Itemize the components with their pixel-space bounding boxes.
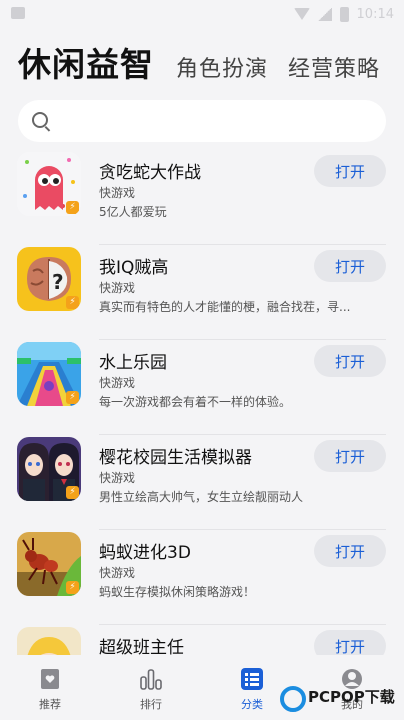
open-button[interactable]: 打开 (314, 630, 386, 655)
watermark-logo-icon (280, 686, 306, 712)
list-item[interactable]: ⚡ 樱花校园生活模拟器 快游戏 男性立绘高大帅气，女生立绘靓丽动人 打开 (0, 435, 404, 530)
waterpark-game-icon[interactable]: ⚡ (17, 342, 81, 406)
app-name: 超级班主任 (99, 638, 184, 655)
nav-item-ranking[interactable]: 排行 (121, 668, 181, 716)
app-description: 男性立绘高大帅气，女生立绘靓丽动人 (99, 490, 304, 504)
search-input[interactable] (60, 108, 374, 136)
list-item[interactable]: ? ⚡ 我IQ贼高 快游戏 真实而有特色的人才能懂的梗，融合找茬，寻... 打开 (0, 245, 404, 340)
brain-game-icon[interactable]: ? ⚡ (17, 247, 81, 311)
signal-icon (317, 7, 332, 21)
notification-icon (11, 7, 25, 19)
tab-strategy[interactable]: 经营策略 (288, 51, 380, 83)
quick-game-badge-icon: ⚡ (66, 296, 79, 309)
nav-item-recommend[interactable]: 推荐 (20, 668, 80, 716)
sakura-school-icon[interactable]: ⚡ (17, 437, 81, 501)
svg-text:?: ? (52, 270, 64, 294)
app-type: 快游戏 (99, 566, 136, 580)
app-description: 真实而有特色的人才能懂的梗，融合找茬，寻... (99, 300, 351, 314)
category-icon (241, 668, 263, 690)
recommend-icon (41, 669, 59, 689)
nav-label: 推荐 (39, 698, 61, 711)
status-time: 10:14 (356, 6, 394, 22)
app-name: 水上乐园 (99, 353, 167, 373)
app-name: 蚂蚁进化3D (99, 543, 191, 563)
list-item[interactable]: 超级班主任 打开 (0, 625, 404, 655)
tab-role-playing[interactable]: 角色扮演 (176, 51, 268, 83)
quick-game-badge-icon: ⚡ (66, 391, 79, 404)
open-button[interactable]: 打开 (314, 345, 386, 377)
app-type: 快游戏 (99, 471, 136, 485)
status-bar: 10:14 (0, 0, 404, 28)
nav-label: 分类 (241, 698, 263, 711)
quick-game-badge-icon: ⚡ (66, 581, 79, 594)
search-icon (32, 112, 48, 128)
open-button[interactable]: 打开 (314, 155, 386, 187)
app-type: 快游戏 (99, 281, 136, 295)
open-button[interactable]: 打开 (314, 440, 386, 472)
nav-item-category[interactable]: 分类 (222, 668, 282, 716)
battery-icon (339, 6, 349, 22)
app-name: 贪吃蛇大作战 (99, 163, 201, 183)
list-item[interactable]: ⚡ 贪吃蛇大作战 快游戏 5亿人都爱玩 打开 (0, 150, 404, 245)
super-teacher-icon[interactable] (17, 627, 81, 655)
list-item[interactable]: ⚡ 水上乐园 快游戏 每一次游戏都会有着不一样的体验。 打开 (0, 340, 404, 435)
nav-label: 排行 (140, 698, 162, 711)
app-name: 樱花校园生活模拟器 (99, 448, 252, 468)
watermark-text: PCPOP下载 (308, 688, 395, 706)
status-icons: 10:14 (293, 4, 394, 24)
snake-game-icon[interactable]: ⚡ (17, 152, 81, 216)
app-type: 快游戏 (99, 376, 136, 390)
ranking-icon (140, 669, 162, 690)
list-item[interactable]: ⚡ 蚂蚁进化3D 快游戏 蚂蚁生存模拟休闲策略游戏！ 打开 (0, 530, 404, 625)
app-type: 快游戏 (99, 186, 136, 200)
app-description: 蚂蚁生存模拟休闲策略游戏！ (99, 585, 256, 599)
tab-casual-puzzle[interactable]: 休闲益智 (18, 38, 154, 86)
quick-game-badge-icon: ⚡ (66, 486, 79, 499)
category-tabs: 休闲益智 角色扮演 经营策略 (18, 38, 400, 84)
app-description: 每一次游戏都会有着不一样的体验。 (99, 395, 292, 409)
search-bar[interactable] (18, 100, 386, 142)
app-name: 我IQ贼高 (99, 258, 169, 278)
open-button[interactable]: 打开 (314, 535, 386, 567)
app-description: 5亿人都爱玩 (99, 205, 167, 219)
watermark: PCPOP下载 (280, 684, 402, 716)
ant-evolution-icon[interactable]: ⚡ (17, 532, 81, 596)
app-list: ⚡ 贪吃蛇大作战 快游戏 5亿人都爱玩 打开 ? ⚡ 我IQ贼高 快游戏 真实而… (0, 150, 404, 655)
open-button[interactable]: 打开 (314, 250, 386, 282)
quick-game-badge-icon: ⚡ (66, 201, 79, 214)
wifi-icon (293, 8, 310, 20)
